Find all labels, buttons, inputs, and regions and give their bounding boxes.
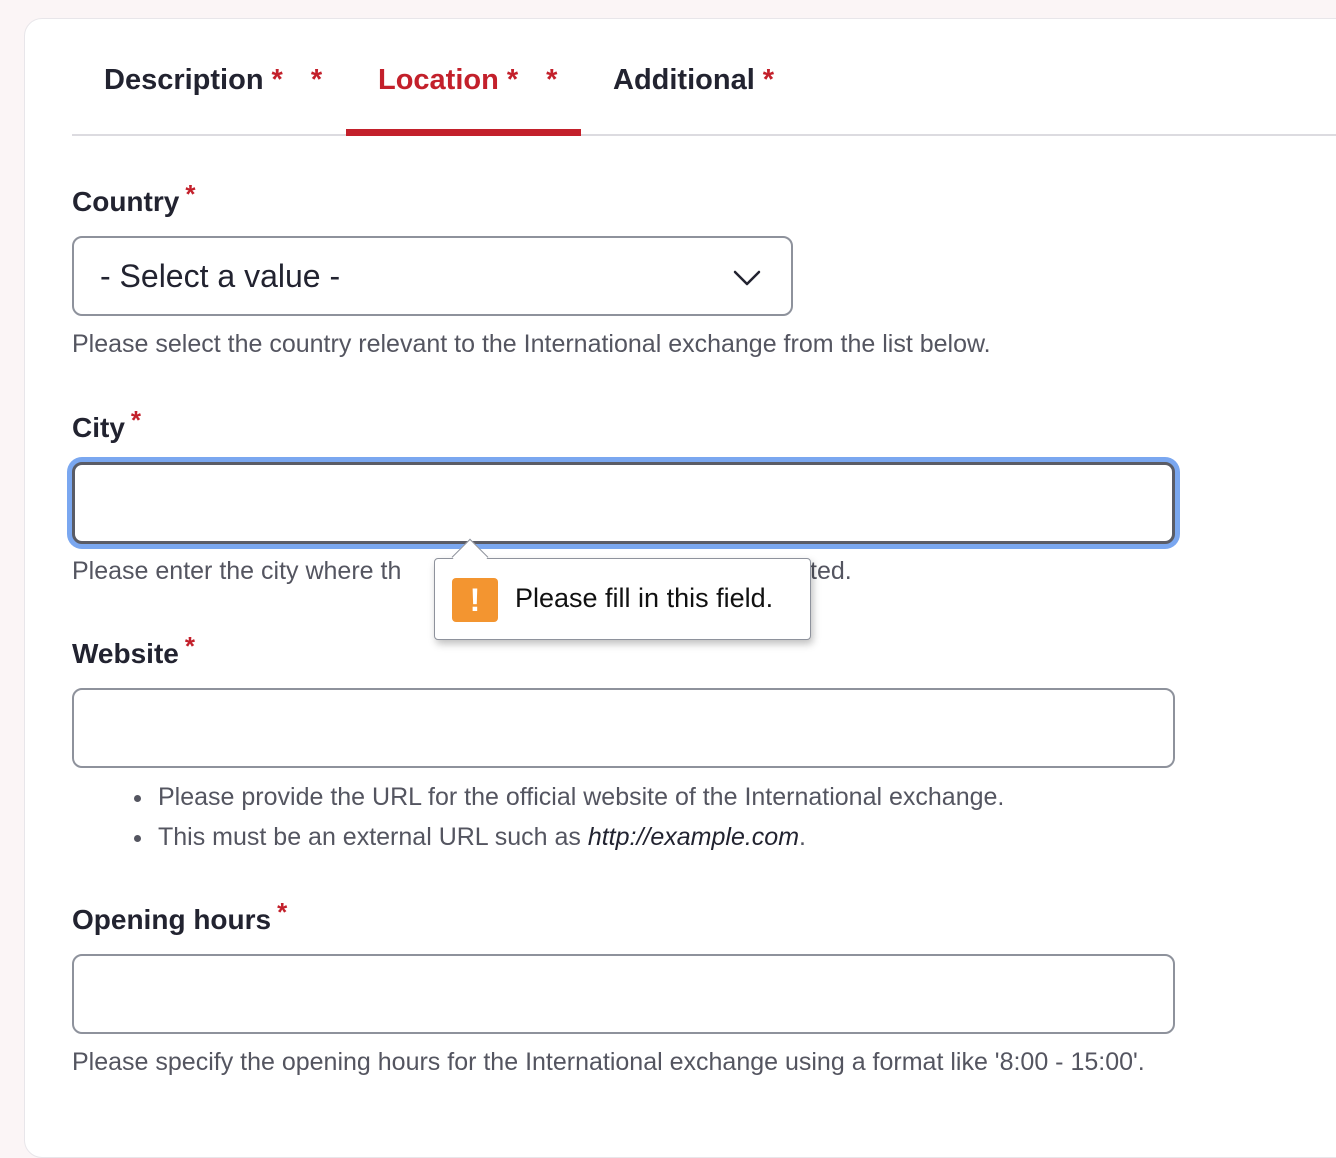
website-help-bullet-2-prefix: This must be an external URL such as [158,823,588,851]
tab-additional[interactable]: Additional * [613,64,784,136]
city-help-text-start: Please enter the city where th [72,557,402,585]
required-marker: * [277,897,288,927]
website-label-text: Website [72,638,179,669]
required-markers: * * [506,64,568,96]
country-help-text: Please select the country relevant to th… [72,330,991,358]
required-marker: * [184,631,195,661]
website-help-bullet-2-suffix: . [799,823,806,851]
validation-tooltip: ! Please fill in this field. [434,538,811,640]
list-item: Please provide the URL for the official … [134,780,1004,820]
country-select[interactable]: - Select a value - [72,236,793,316]
list-item: This must be an external URL such as htt… [134,820,1004,860]
required-marker: * [130,405,142,435]
example-url: http://example.com [587,823,800,851]
country-selected-value: - Select a value - [100,258,341,294]
opening-hours-input[interactable] [72,954,1175,1034]
website-help-list: Please provide the URL for the official … [134,780,1004,860]
required-marker: * [185,179,196,209]
tab-description[interactable]: Description * * [104,64,332,136]
website-input[interactable] [72,688,1175,768]
country-label: Country * [72,179,195,218]
validation-message: Please fill in this field. [515,583,774,613]
required-markers: * [762,64,785,96]
required-markers: * * [271,64,333,96]
warning-icon: ! [452,578,498,622]
tab-location[interactable]: Location * * [378,64,567,136]
opening-hours-label-text: Opening hours [72,904,272,935]
tab-label: Description [104,64,264,96]
active-tab-indicator [346,129,581,136]
website-label: Website * [72,631,195,670]
tab-label: Location [378,64,499,96]
opening-hours-label: Opening hours * [72,897,287,936]
website-help-bullet-1: Please provide the URL for the official … [158,783,1005,811]
tab-label: Additional [613,64,755,96]
chevron-down-icon [733,270,761,286]
city-help-text-end: ted. [810,557,852,585]
city-label: City * [72,405,141,444]
country-label-text: Country [72,186,180,217]
opening-hours-help-text: Please specify the opening hours for the… [72,1048,1145,1076]
city-label-text: City [72,412,125,443]
city-input[interactable] [72,462,1175,544]
